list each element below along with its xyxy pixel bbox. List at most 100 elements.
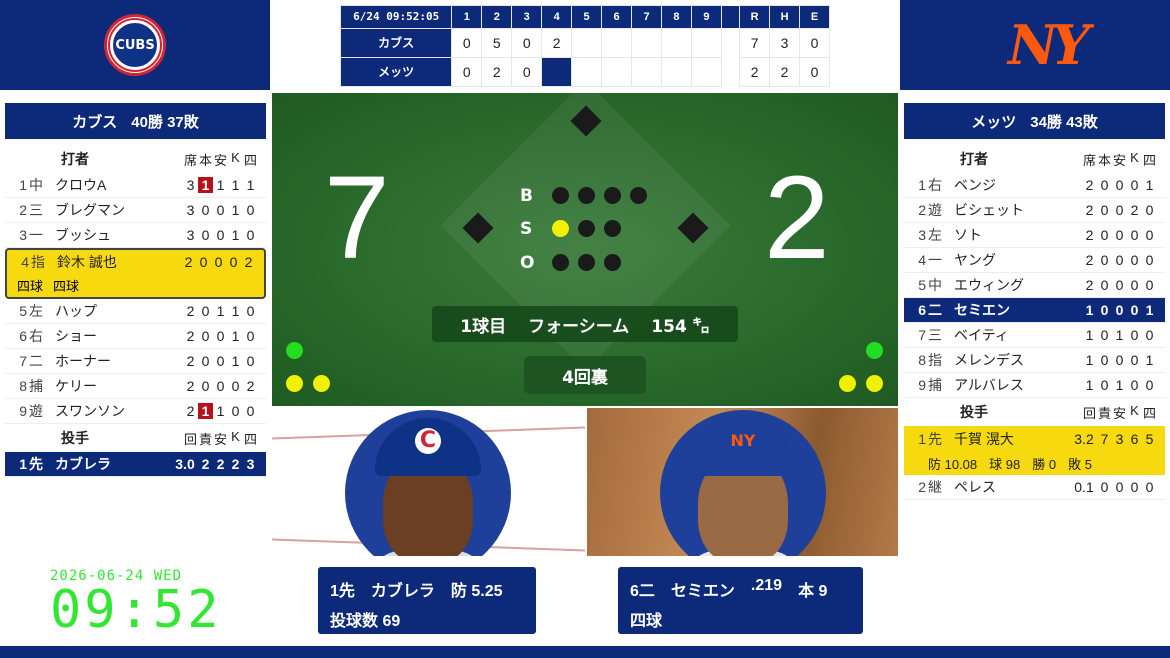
batter-row[interactable]: 7 二 ホーナー 2 0 0 1 0 [5,349,266,374]
pitcher-role: 先 [928,430,942,447]
stat: 0 [1130,302,1139,318]
batting-order: 5 [19,303,27,319]
stat: 0 [1145,202,1154,218]
position: 捕 [29,378,43,394]
out-indicator [552,254,569,271]
stat: 0 [1115,277,1124,293]
stat: 1 [216,303,225,319]
stat: 0 [216,202,225,218]
batting-order: 9 [19,403,27,419]
stat: 0 [1145,227,1154,243]
batter-row[interactable]: 3 左 ソト 2 0 0 0 0 [904,223,1165,248]
strike-indicator [604,220,621,237]
current-batter-box[interactable]: 4 指 鈴木 誠也 2 0 0 0 2 四球 四球 [5,248,266,299]
batting-order: 9 [918,377,926,393]
current-batter-row[interactable]: 6 二 セミエン 1 0 0 0 1 [904,298,1165,323]
stat: 0 [1100,377,1109,393]
hits-total: 3 [769,27,801,58]
inning-score [571,56,603,88]
line-score: 6/24 09:52:05 1 2 3 4 5 6 7 8 9 R H E カブ… [339,5,830,88]
batter-last-result: 四球 [630,613,663,630]
pitch-count: 球 98 [989,456,1021,472]
stat: 2 [1130,202,1139,218]
stat: 2 [1085,227,1094,243]
pitch-count: 投球数 69 [330,613,401,630]
batter-row[interactable]: 5 中 エウィング 2 0 0 0 0 [904,273,1165,298]
batter-row[interactable]: 2 三 ブレグマン 3 0 0 1 0 [5,198,266,223]
bottom-bar [0,646,1170,658]
stat: 0 [1100,277,1109,293]
stat: 0 [1145,377,1154,393]
batter-row: 4 指 鈴木 誠也 2 0 0 0 2 [7,250,264,273]
inning-score [661,27,692,58]
stat: 0 [1130,352,1139,368]
stat: 0 [1130,327,1139,343]
position: 一 [928,252,942,268]
stat: 1 [1085,377,1094,393]
stat: 0 [246,202,255,218]
position: 中 [928,277,942,293]
col-header: 安 [1112,405,1126,421]
stat: 0 [246,227,255,243]
pitcher-name: カブレラ [55,456,111,472]
batting-order: 7 [918,327,926,343]
batter-row[interactable]: 8 捕 ケリー 2 0 0 0 2 [5,374,266,399]
batter-row[interactable]: 4 一 ヤング 2 0 0 0 0 [904,248,1165,273]
col-header: 四 [1142,152,1156,168]
pitch-type: フォーシーム [528,316,630,337]
away-team-name: カブス [339,27,453,58]
stat: 2 [186,378,195,394]
stat: 5 [1145,430,1154,447]
inning-score [661,56,692,88]
stat: 1 [216,177,225,193]
runs-header: R [739,5,771,29]
batter-row[interactable]: 7 三 ベイティ 1 0 1 0 0 [904,323,1165,348]
stat: 1 [231,353,240,369]
stat: 1 [1115,327,1124,343]
ball-indicator [578,187,595,204]
col-header: 四 [243,431,257,447]
stat: 0 [1100,352,1109,368]
batter-row[interactable]: 9 捕 アルバレス 1 0 1 0 0 [904,373,1165,398]
batter-row[interactable]: 2 遊 ビシェット 2 0 0 2 0 [904,198,1165,223]
batter-photo-panel: NY [587,408,898,556]
team-name: メッツ [971,113,1017,131]
stat: 0 [1130,479,1139,495]
errors-total: 0 [799,56,830,88]
stat: 0 [1130,252,1139,268]
stat: 1 [1145,352,1154,368]
stat: 2 [186,303,195,319]
col-header: 四 [1142,405,1156,421]
batter-avatar: NY [660,410,826,556]
batter-row[interactable]: 6 右 ショー 2 0 0 1 0 [5,324,266,349]
errors-total: 0 [799,27,830,58]
batter-row[interactable]: 1 中 クロウA 3 1 1 1 1 [5,173,266,198]
pitch-speed: 154 ㌔ [651,316,710,337]
batter-row[interactable]: 1 右 ベンジ 2 0 0 0 1 [904,173,1165,198]
batting-order: 4 [21,253,29,270]
stat: 0 [201,227,210,243]
batter-row[interactable]: 8 指 メレンデス 1 0 0 0 1 [904,348,1165,373]
stat: 1 [1145,302,1154,318]
stat: 2 [1085,277,1094,293]
pitch-info-bar: 1球目 フォーシーム 154 ㌔ [432,306,738,342]
pitcher-row[interactable]: 1 先 カブレラ 3.0 2 2 2 3 [5,452,266,477]
current-pitcher-box[interactable]: 1 先 千賀 滉大 3.2 7 3 6 5 防 10.08 球 98 勝 0 敗… [904,426,1165,475]
stat: 2 [1085,252,1094,268]
inning-header: 1 [451,5,483,29]
position: 遊 [928,202,942,218]
col-header: 責 [198,431,212,447]
stat: 2 [186,328,195,344]
batter-row[interactable]: 5 左 ハップ 2 0 1 1 0 [5,299,266,324]
player-name: セミエン [954,302,1010,318]
stat: 0 [1130,277,1139,293]
stat: 1 [1115,377,1124,393]
pitcher-row[interactable]: 2 継 ペレス 0.1 0 0 0 0 [904,475,1165,500]
col-header: 安 [1112,152,1126,168]
stat: 0 [246,328,255,344]
stat: 0 [1100,177,1109,193]
stat: 0 [1100,479,1109,495]
batter-row[interactable]: 9 遊 スワンソン 2 1 1 0 0 [5,399,266,424]
position: 一 [29,227,43,243]
batter-row[interactable]: 3 一 ブッシュ 3 0 0 1 0 [5,223,266,248]
